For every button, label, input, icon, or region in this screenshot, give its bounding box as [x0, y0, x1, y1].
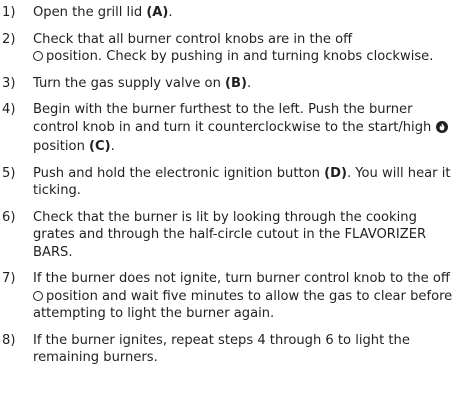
step-number: 5) — [2, 165, 16, 181]
step-text-end: . — [168, 5, 173, 20]
figure-reference: (B) — [225, 75, 247, 91]
instruction-page: 1) Open the grill lid (A). 2) Check that… — [0, 0, 456, 417]
step-1: 1) Open the grill lid (A). — [2, 4, 454, 22]
step-number: 4) — [2, 102, 16, 117]
step-text-continued: position. Check by pushing in and turnin… — [46, 49, 434, 64]
step-4: 4) Begin with the burner furthest to the… — [2, 101, 454, 156]
lighting-steps-list: 1) Open the grill lid (A). 2) Check that… — [2, 4, 454, 367]
step-7: 7) If the burner does not ignite, turn b… — [2, 270, 454, 323]
step-text-continued: position — [33, 139, 90, 154]
step-text: Check that the burner is lit by looking … — [33, 209, 427, 260]
step-text: Push and hold the electronic ignition bu… — [33, 165, 325, 181]
step-text: If the burner ignites, repeat steps 4 th… — [33, 332, 410, 366]
step-6: 6) Check that the burner is lit by looki… — [2, 209, 454, 262]
step-text: Open the grill lid — [33, 5, 147, 20]
off-position-icon — [33, 290, 43, 301]
step-text: If the burner does not ignite, turn burn… — [33, 271, 450, 286]
figure-reference: (D) — [324, 165, 347, 181]
start-high-flame-icon — [436, 120, 449, 139]
step-number: 2) — [2, 31, 16, 47]
step-text: Begin with the burner furthest to the le… — [33, 102, 432, 135]
off-position-icon — [33, 51, 43, 61]
step-text: Check that all burner control knobs are … — [33, 31, 353, 47]
step-text: Turn the gas supply valve on — [33, 75, 226, 91]
figure-reference: (A) — [146, 5, 169, 20]
step-text-end: . — [247, 75, 252, 91]
step-number: 8) — [2, 332, 16, 348]
step-3: 3) Turn the gas supply valve on (B). — [2, 75, 454, 93]
step-text-continued: position and wait five minutes to allow … — [33, 288, 453, 322]
step-2: 2) Check that all burner control knobs a… — [2, 31, 454, 66]
step-number: 3) — [2, 75, 16, 91]
step-number: 1) — [2, 5, 16, 20]
step-number: 6) — [2, 209, 16, 225]
step-number: 7) — [2, 271, 16, 286]
step-text-end: . — [110, 139, 115, 154]
step-5: 5) Push and hold the electronic ignition… — [2, 165, 454, 200]
step-8: 8) If the burner ignites, repeat steps 4… — [2, 332, 454, 367]
figure-reference: (C) — [89, 139, 111, 154]
